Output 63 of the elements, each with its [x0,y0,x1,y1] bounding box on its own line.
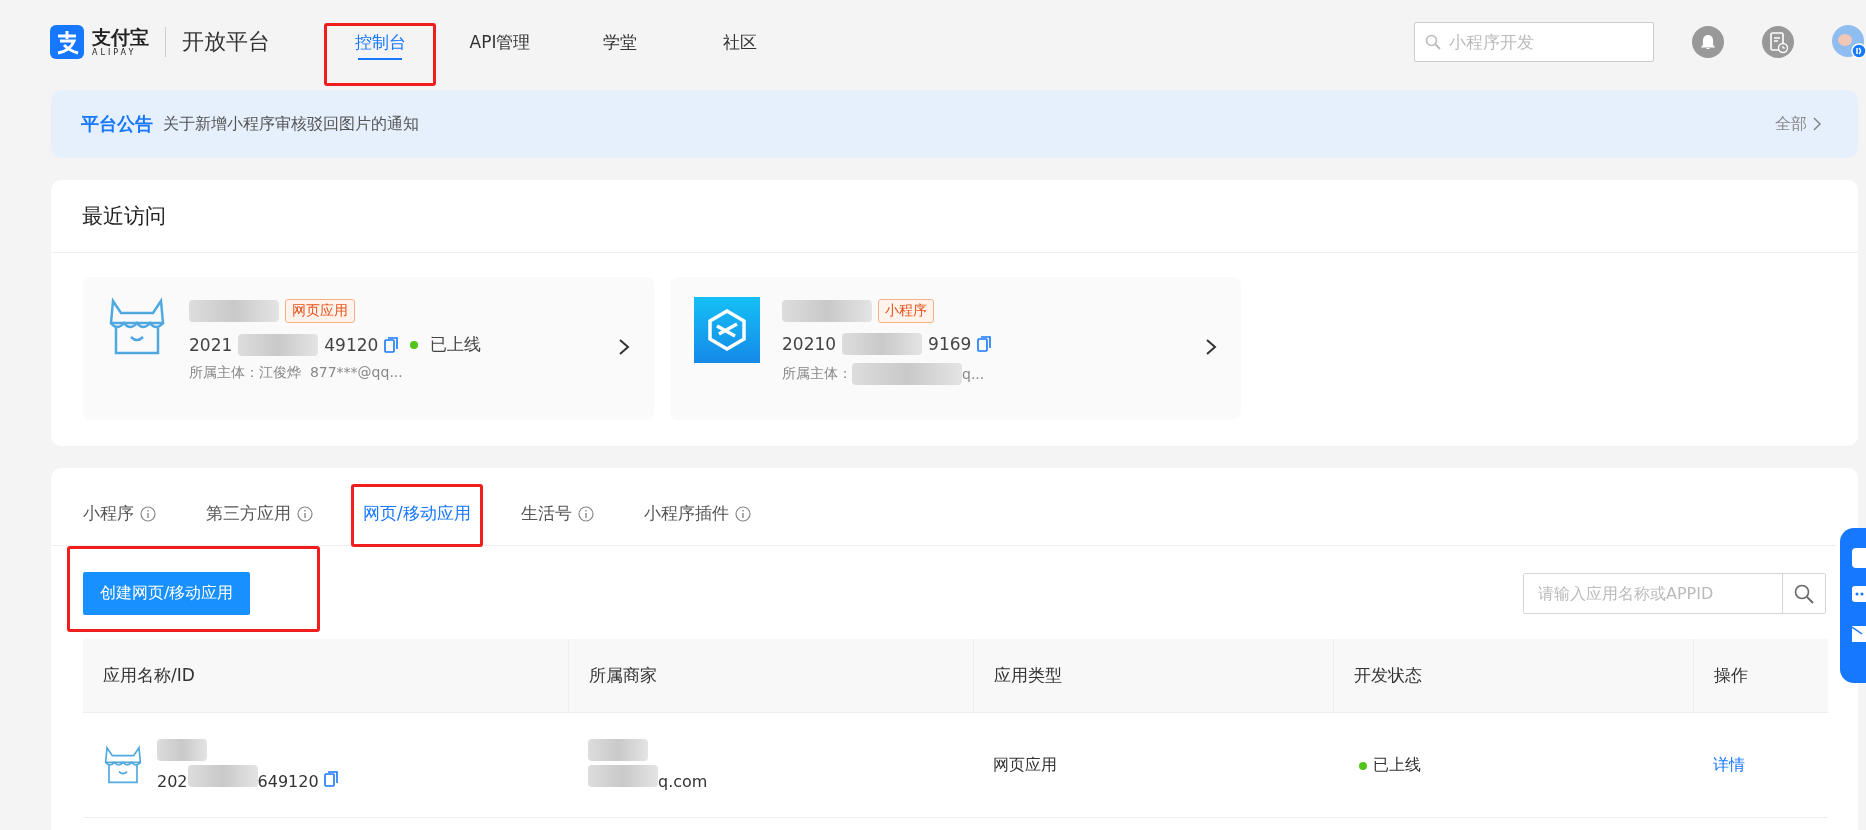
copy-icon[interactable] [384,336,399,353]
status-text: 已上线 [430,333,482,356]
merchant-text: q.com [658,772,708,791]
table-cell: 网页应用 [993,754,1057,774]
notice-label: 平台公告 [81,112,153,136]
document-clock-icon[interactable] [1762,26,1794,58]
blurred-region [588,765,658,787]
column-header: 应用类型 [993,665,1062,685]
platform-title: 开放平台 [182,28,270,56]
search-icon [1425,34,1441,50]
chevron-right-icon [1813,117,1822,131]
chevron-right-icon[interactable] [618,337,630,356]
status-dot [410,340,419,349]
app-type-tag: 小程序 [878,299,934,323]
search-field[interactable]: 小程序开发 [1447,26,1641,58]
blurred-region [588,739,648,761]
category-tab[interactable]: 生活号 [520,476,594,545]
notice-link[interactable]: 关于新增小程序审核驳回图片的通知 [163,113,419,135]
app-card[interactable]: 网页应用 2021 49120 已上线 所属主体：江俊烨 877***@qq... [83,277,654,420]
owner-label: 所属主体： [189,364,259,382]
copy-icon[interactable] [323,771,338,787]
owner-text: 江俊烨 877***@qq... [259,364,403,382]
column-header: 操作 [1713,665,1748,685]
owner-text: q... [962,366,985,382]
category-tab[interactable]: 第三方应用 [206,476,313,545]
category-tab[interactable]: 小程序插件 [643,476,751,545]
column-header: 应用名称/ID [103,665,195,685]
nav-tab[interactable]: 控制台 [320,10,440,74]
app-search-box[interactable]: 请输入应用名称或APPID [1523,573,1826,614]
column-header: 开发状态 [1353,665,1422,685]
search-box[interactable]: 小程序开发 [1414,22,1654,62]
owner-label: 所属主体： [782,365,852,383]
chevron-right-icon[interactable] [1205,337,1217,356]
blurred-region [187,765,258,787]
app-card[interactable]: 小程序 20210 9169 所属主体： q... [670,277,1241,420]
nav-tab[interactable]: 学堂 [560,10,680,74]
nav-tab[interactable]: 社区 [680,10,800,74]
app-id-end: 49120 [324,334,379,355]
app-type-tag: 网页应用 [285,299,355,323]
nav-tab[interactable]: API管理 [440,10,560,74]
details-link[interactable]: 详情 [1713,754,1745,776]
logo-icon [50,25,84,59]
status-text: 已上线 [1373,754,1421,774]
app-icon [694,297,760,363]
copy-icon[interactable] [977,336,992,352]
app-id-end: 9169 [928,334,972,354]
section-title: 最近访问 [51,180,1858,253]
brand-name: 支付宝 [92,27,149,47]
column-header: 所属商家 [588,665,657,685]
bell-icon[interactable] [1692,26,1724,58]
avatar-icon[interactable] [1832,25,1866,59]
category-tab[interactable]: 网页/移动应用 [363,476,471,545]
shop-icon [107,297,167,357]
brand-subtitle: ALIPAY [92,48,138,57]
app-id-start: 20210 [782,334,837,354]
app-id-end: 649120 [257,772,319,791]
app-id-start: 2021 [189,334,233,355]
search-icon[interactable] [1794,583,1814,604]
shop-icon [103,745,143,785]
blurred-region [157,739,207,761]
category-tab[interactable]: 小程序 [83,476,156,545]
status-dot [1359,761,1367,770]
app-id-start: 202 [157,772,188,791]
